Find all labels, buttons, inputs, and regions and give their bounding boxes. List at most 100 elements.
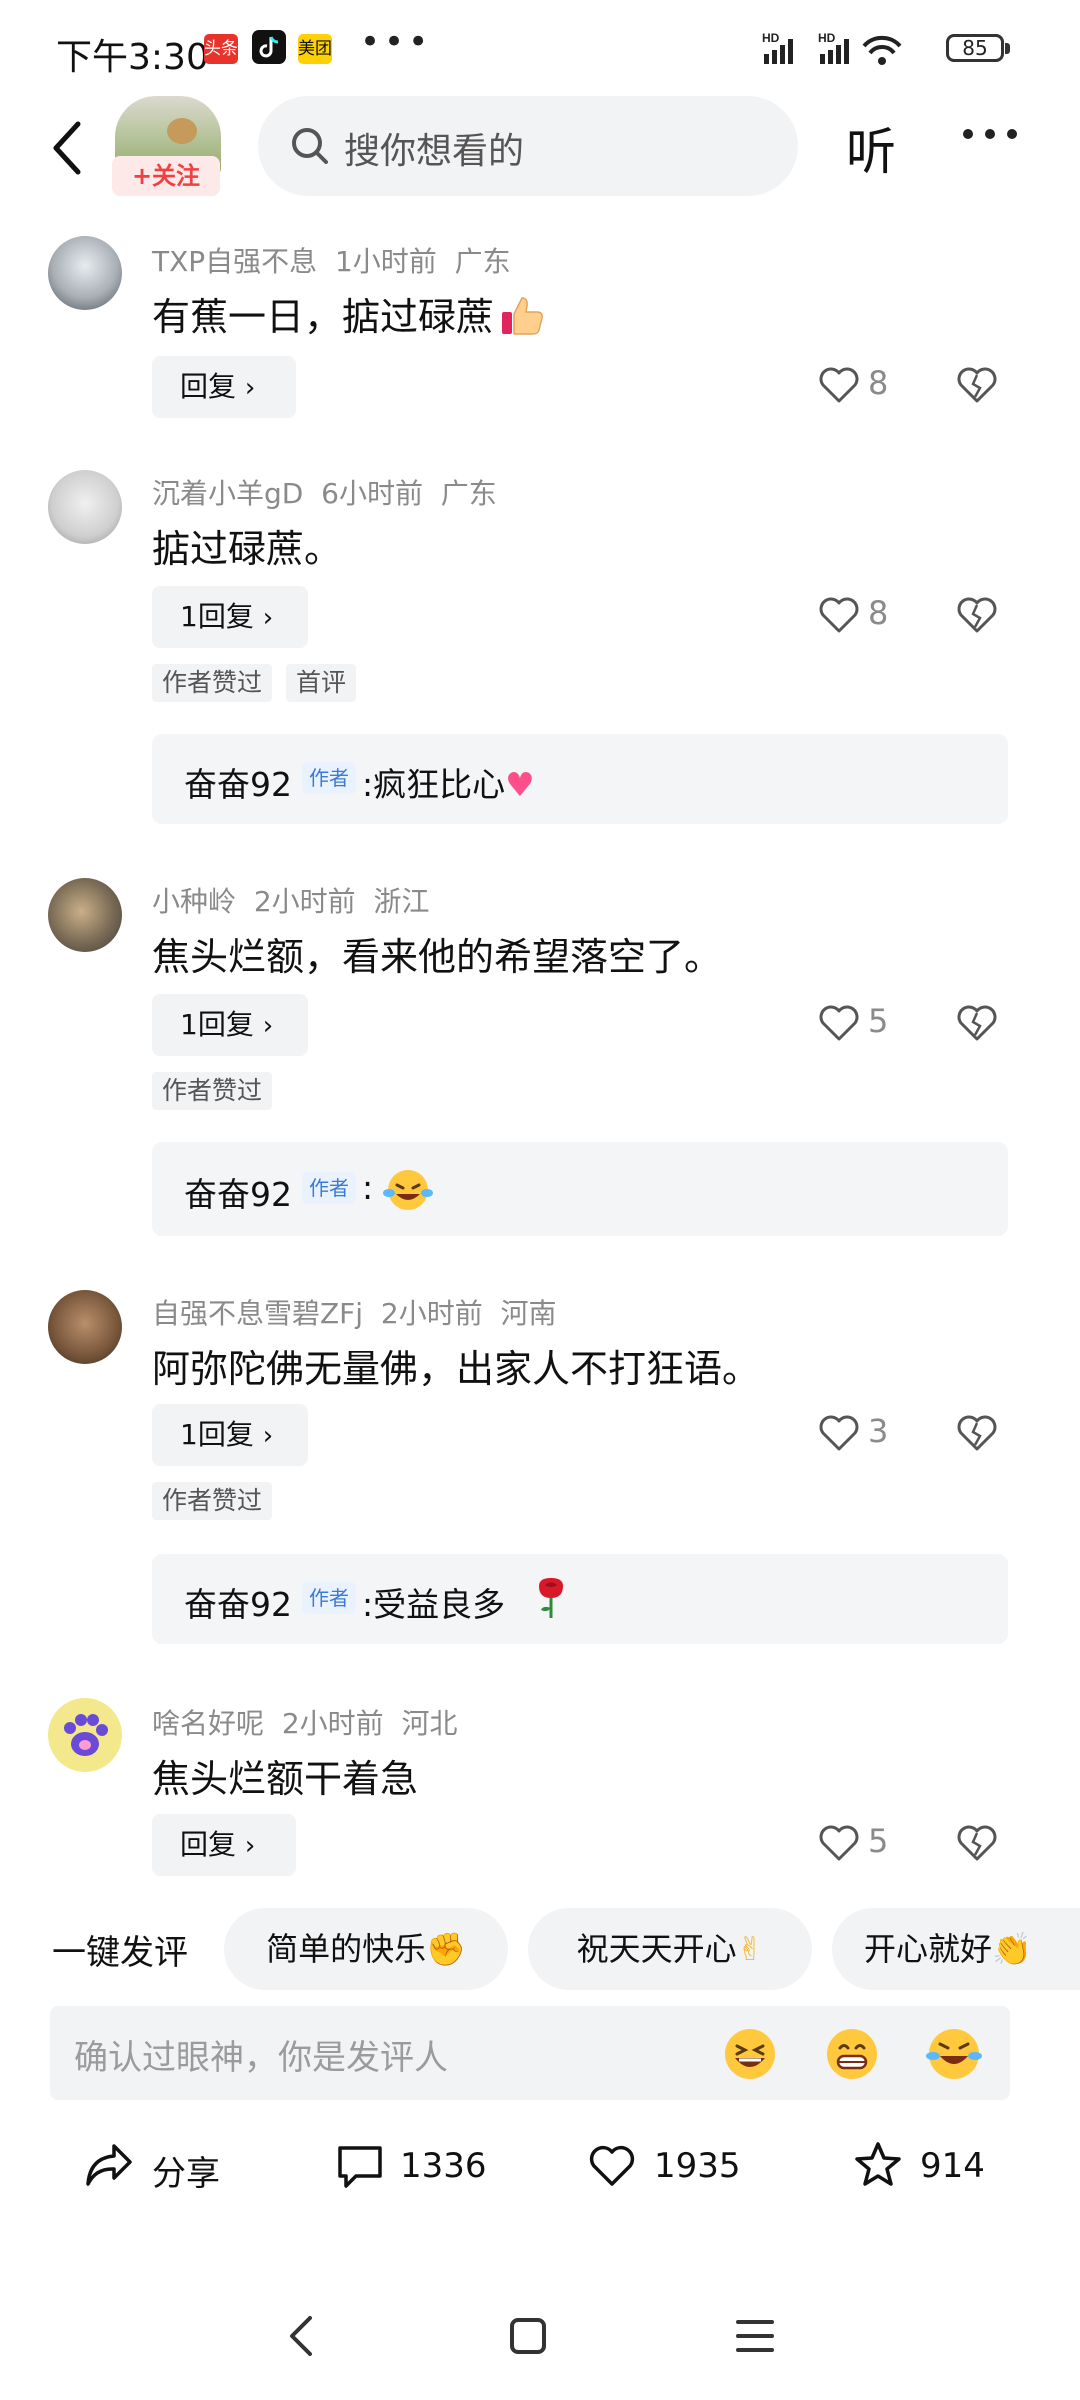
like-heart-icon[interactable] xyxy=(818,1824,860,1862)
sub-reply-author[interactable]: 奋奋92 xyxy=(184,758,292,806)
sub-reply-text: : xyxy=(362,1168,373,1207)
like-count-total[interactable]: 1935 xyxy=(654,2146,741,2186)
dislike-broken-heart-icon[interactable] xyxy=(956,596,998,634)
chip-label: 简单的快乐 xyxy=(266,1930,427,1968)
like-count: 5 xyxy=(868,1822,889,1860)
author-liked-tag: 作者赞过 xyxy=(152,1482,273,1520)
reply-button[interactable]: 1回复 › xyxy=(152,1404,308,1466)
search-icon xyxy=(292,128,328,164)
comment-avatar[interactable] xyxy=(48,1698,122,1772)
reply-label: 1回复 xyxy=(180,1418,254,1451)
share-icon[interactable] xyxy=(84,2142,134,2188)
sub-reply-author[interactable]: 奋奋92 xyxy=(184,1168,292,1216)
comment-count[interactable]: 1336 xyxy=(400,2146,487,2186)
reply-button[interactable]: 回复 › xyxy=(152,356,296,418)
dislike-broken-heart-icon[interactable] xyxy=(956,1824,998,1862)
author-badge: 作者 xyxy=(302,1582,356,1614)
listen-button[interactable]: 听 xyxy=(846,112,896,184)
author-liked-tag: 作者赞过 xyxy=(152,664,273,702)
sub-reply-content: : xyxy=(362,1168,374,1207)
chevron-right-icon: › xyxy=(244,1831,256,1861)
chip-label: 开心就好 xyxy=(864,1930,993,1968)
like-heart-icon[interactable] xyxy=(818,366,860,404)
signal-icon: HD HD xyxy=(762,31,902,65)
comment-input-placeholder: 确认过眼神，你是发评人 xyxy=(74,2038,448,2078)
reply-label: 1回复 xyxy=(180,600,254,633)
fingers-crossed-emoji-icon: ✌ xyxy=(736,1930,764,1968)
nav-home-icon[interactable] xyxy=(508,2316,548,2356)
comment-username[interactable]: 啥名好呢 xyxy=(152,1707,264,1740)
like-count: 8 xyxy=(868,594,889,632)
comment-avatar[interactable] xyxy=(48,236,122,310)
comment-username[interactable]: 小种岭 xyxy=(152,885,236,918)
sub-reply-content: :受益良多 xyxy=(362,1585,506,1624)
toutiao-badge: 头条 xyxy=(204,34,238,64)
first-comment-tag: 首评 xyxy=(286,664,357,702)
comment-region: 河南 xyxy=(500,1297,557,1330)
sub-reply-author[interactable]: 奋奋92 xyxy=(184,1578,292,1626)
quick-reply-chip[interactable]: 开心就好👏 xyxy=(832,1908,1080,1990)
sub-reply-text: :受益良多 xyxy=(362,1578,505,1626)
author-badge: 作者 xyxy=(302,762,356,794)
comment-avatar[interactable] xyxy=(48,470,122,544)
share-button[interactable]: 分享 xyxy=(152,2146,220,2195)
comment-text: 掂过碌蔗。 xyxy=(152,527,343,571)
search-input[interactable] xyxy=(258,96,798,196)
favorite-count[interactable]: 914 xyxy=(920,2146,985,2186)
reply-button[interactable]: 1回复 › xyxy=(152,586,308,648)
like-heart-icon[interactable] xyxy=(818,1004,860,1042)
comment-region: 河北 xyxy=(401,1707,458,1740)
chevron-right-icon: › xyxy=(262,1421,274,1451)
like-icon[interactable] xyxy=(588,2144,636,2188)
follow-button[interactable]: +关注 xyxy=(112,156,220,196)
paw-icon xyxy=(64,1714,108,1756)
like-heart-icon[interactable] xyxy=(818,596,860,634)
thumbs-up-emoji-icon xyxy=(502,297,543,335)
dislike-broken-heart-icon[interactable] xyxy=(956,366,998,404)
comment-meta: 自强不息雪碧ZFj 2小时前 河南 xyxy=(152,1292,557,1332)
chevron-right-icon: › xyxy=(244,373,256,403)
rolling-laughing-emoji-icon[interactable] xyxy=(926,2026,982,2082)
comment-text: 有蕉一日，掂过碌蔗 xyxy=(152,286,546,341)
dislike-broken-heart-icon[interactable] xyxy=(956,1004,998,1042)
author-liked-tag: 作者赞过 xyxy=(152,1072,273,1110)
favorite-star-icon[interactable] xyxy=(852,2140,904,2190)
chip-label: 祝天天开心 xyxy=(576,1930,737,1968)
quick-reply-chip[interactable]: 简单的快乐✊ xyxy=(224,1908,508,1990)
reply-label: 回复 xyxy=(180,1828,237,1861)
laughing-crying-emoji-icon xyxy=(383,1170,433,1210)
comment-time: 2小时前 xyxy=(281,1707,384,1740)
reply-button[interactable]: 回复 › xyxy=(152,1814,296,1876)
nav-menu-icon[interactable] xyxy=(734,2316,776,2356)
more-options-icon[interactable] xyxy=(960,122,1020,146)
rose-emoji-icon xyxy=(539,1578,563,1618)
nav-back-icon[interactable] xyxy=(284,2314,318,2358)
quick-reply-label: 一键发评 xyxy=(52,1933,188,1973)
comment-region: 广东 xyxy=(454,245,511,278)
comment-avatar[interactable] xyxy=(48,878,122,952)
grinning-emoji-icon[interactable] xyxy=(722,2026,778,2082)
svg-text:HD: HD xyxy=(818,31,836,45)
comment-username[interactable]: TXP自强不息 xyxy=(152,245,317,278)
comment-avatar[interactable] xyxy=(48,1290,122,1364)
comment-text-content: 有蕉一日，掂过碌蔗 xyxy=(152,295,495,339)
comment-icon[interactable] xyxy=(336,2144,384,2190)
beaming-emoji-icon[interactable] xyxy=(824,2026,880,2082)
dislike-broken-heart-icon[interactable] xyxy=(956,1414,998,1452)
comment-username[interactable]: 沉着小羊gD xyxy=(152,477,303,510)
comment-region: 广东 xyxy=(440,477,497,510)
tiktok-icon xyxy=(252,30,286,64)
like-heart-icon[interactable] xyxy=(818,1414,860,1452)
comment-text: 焦头烂额干着急 xyxy=(152,1757,419,1801)
comment-text: 阿弥陀佛无量佛，出家人不打狂语。 xyxy=(152,1347,761,1391)
like-count: 3 xyxy=(868,1412,889,1450)
back-arrow-icon[interactable] xyxy=(44,118,92,178)
reply-button[interactable]: 1回复 › xyxy=(152,994,308,1056)
comment-username[interactable]: 自强不息雪碧ZFj xyxy=(152,1297,363,1330)
battery-indicator: 85 xyxy=(946,34,1010,62)
svg-text:HD: HD xyxy=(762,31,780,45)
like-count: 5 xyxy=(868,1002,889,1040)
quick-reply-chip[interactable]: 祝天天开心✌ xyxy=(528,1908,812,1990)
more-notifications-icon: ••• xyxy=(360,22,433,62)
pink-heart-emoji-icon: ♥ xyxy=(505,765,535,804)
